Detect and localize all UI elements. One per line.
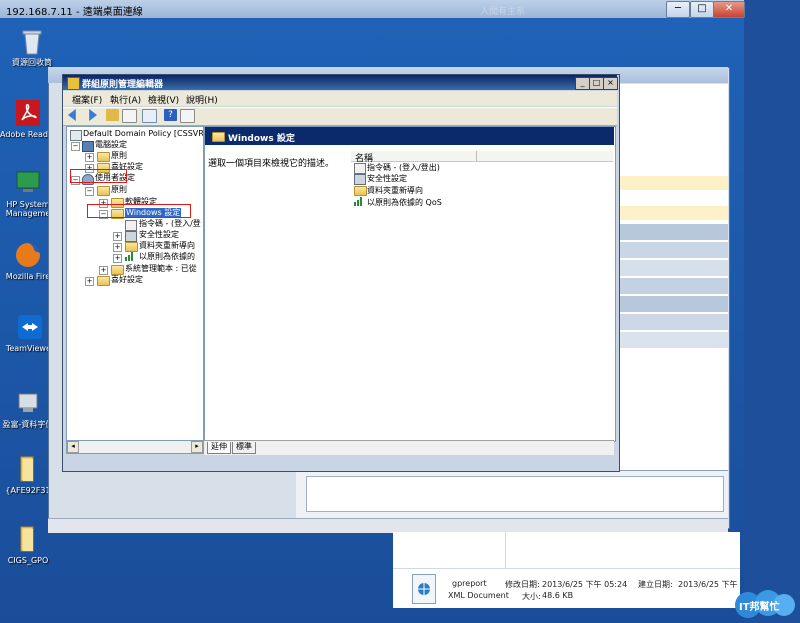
desktop-icon-label: 資源回收筒 bbox=[12, 58, 52, 67]
xml-file-icon bbox=[412, 574, 436, 604]
folder-icon bbox=[111, 265, 124, 275]
tree-folder-redirection[interactable]: 資料夾重新導向 bbox=[139, 241, 195, 251]
description-text: 選取一個項目來檢視它的描述。 bbox=[208, 159, 335, 169]
expand-toggle[interactable]: + bbox=[85, 277, 94, 286]
gpo-maximize-button[interactable]: □ bbox=[589, 77, 604, 90]
firefox-icon bbox=[16, 243, 40, 267]
expand-toggle[interactable]: + bbox=[99, 266, 108, 275]
security-icon bbox=[354, 174, 366, 185]
background-preview-box bbox=[306, 476, 724, 512]
folder-icon bbox=[97, 276, 110, 286]
minimize-button[interactable]: ─ bbox=[666, 1, 690, 18]
script-icon bbox=[354, 163, 366, 174]
file-type: XML Document bbox=[448, 591, 509, 600]
size-label: 大小: bbox=[522, 592, 541, 601]
expand-toggle[interactable]: + bbox=[113, 254, 122, 263]
menu-action[interactable]: 執行(A) bbox=[110, 93, 141, 106]
folder-icon bbox=[354, 186, 367, 196]
folder-icon bbox=[20, 526, 34, 552]
scroll-right-icon[interactable]: ▸ bbox=[191, 441, 203, 453]
security-icon bbox=[125, 231, 137, 242]
menu-view[interactable]: 檢視(V) bbox=[148, 93, 179, 106]
scroll-left-icon[interactable]: ◂ bbox=[67, 441, 79, 453]
list-item[interactable]: 資料夾重新導向 bbox=[367, 185, 423, 196]
gpo-editor-title: 群組原則管理編輯器 bbox=[82, 80, 164, 90]
folder-icon bbox=[125, 242, 138, 252]
recycle-bin-icon bbox=[22, 30, 42, 55]
size-value: 48.6 KB bbox=[542, 591, 574, 600]
tree-admin-templates[interactable]: 系統管理範本 : 已從 bbox=[125, 264, 197, 274]
collapse-toggle[interactable]: − bbox=[85, 187, 94, 196]
tree-computer-policies[interactable]: 原則 bbox=[111, 151, 127, 161]
list-item[interactable]: 指令碼 - (登入/登出) bbox=[367, 162, 440, 173]
highlight-user-config bbox=[70, 169, 127, 183]
tree-computer-config[interactable]: 電腦設定 bbox=[95, 140, 127, 150]
export-list-icon[interactable] bbox=[142, 109, 157, 123]
gpo-minimize-button[interactable]: _ bbox=[575, 77, 590, 90]
gpo-menubar bbox=[63, 91, 617, 106]
teamviewer-icon bbox=[18, 315, 42, 339]
tree-security[interactable]: 安全性設定 bbox=[139, 230, 179, 240]
menu-file[interactable]: 檔案(F) bbox=[72, 93, 102, 106]
up-folder-icon[interactable] bbox=[106, 109, 119, 121]
tab-standard[interactable]: 標準 bbox=[232, 442, 256, 454]
desktop-icon-recycle-bin[interactable]: 資源回收筒 bbox=[2, 26, 62, 67]
close-button[interactable]: ✕ bbox=[713, 1, 745, 18]
column-header[interactable] bbox=[351, 151, 613, 162]
remote-desktop-title: 192.168.7.11 - 遠端桌面連線 bbox=[6, 7, 143, 18]
expand-toggle[interactable]: + bbox=[85, 153, 94, 162]
folder-icon bbox=[212, 132, 225, 142]
tool-icon bbox=[18, 393, 38, 412]
ithelp-logo-text: IT邦幫忙 bbox=[739, 602, 780, 613]
desktop-icon-label: CIGS_GPO bbox=[7, 556, 49, 565]
background-list-pane bbox=[616, 84, 728, 524]
details-separator bbox=[393, 568, 740, 569]
tab-extended[interactable]: 延伸 bbox=[207, 442, 231, 454]
folder-icon bbox=[97, 152, 110, 162]
expand-toggle[interactable]: + bbox=[113, 232, 122, 241]
tree-user-policies[interactable]: 原則 bbox=[111, 185, 127, 195]
hp-system-icon bbox=[16, 171, 40, 192]
modified-value: 2013/6/25 下午 05:24 bbox=[542, 580, 628, 589]
view-tabs bbox=[204, 440, 614, 455]
ithelp-logo: IT邦幫忙 bbox=[735, 590, 797, 620]
background-scrollbar[interactable] bbox=[48, 518, 728, 533]
expand-toggle[interactable]: + bbox=[113, 243, 122, 252]
list-item[interactable]: 以原則為依據的 QoS bbox=[367, 197, 442, 208]
menu-help[interactable]: 說明(H) bbox=[186, 93, 218, 106]
adobe-reader-icon bbox=[16, 100, 40, 126]
properties-icon[interactable] bbox=[180, 109, 195, 123]
tree-qos[interactable]: 以原則為依據的 bbox=[139, 252, 195, 262]
show-tree-icon[interactable] bbox=[122, 109, 137, 123]
folder-icon bbox=[20, 456, 34, 482]
details-divider bbox=[393, 532, 506, 568]
tree-scripts[interactable]: 指令碼 - (登入/登 bbox=[139, 219, 201, 229]
qos-chart-icon bbox=[354, 197, 362, 206]
qos-chart-icon bbox=[125, 252, 133, 261]
collapse-toggle[interactable]: − bbox=[71, 142, 80, 151]
details-pane-title: Windows 設定 bbox=[228, 134, 295, 144]
gpo-close-button[interactable]: × bbox=[603, 77, 618, 90]
help-icon[interactable]: ? bbox=[164, 109, 177, 121]
modified-label: 修改日期: bbox=[505, 580, 540, 589]
highlight-windows-settings bbox=[87, 204, 191, 218]
created-label: 建立日期: bbox=[638, 580, 673, 589]
file-name: gpreport bbox=[452, 579, 487, 588]
tree-root[interactable]: Default Domain Policy [CSSVRC bbox=[83, 129, 203, 139]
tree-horizontal-scrollbar[interactable]: ◂ ▸ bbox=[66, 440, 204, 454]
folder-open-icon bbox=[97, 186, 110, 196]
gpo-app-icon bbox=[67, 77, 80, 90]
computer-icon bbox=[82, 141, 94, 152]
created-value: 2013/6/25 下午 bbox=[678, 580, 738, 589]
list-item[interactable]: 安全性設定 bbox=[367, 173, 407, 184]
tree-user-preferences[interactable]: 喜好設定 bbox=[111, 275, 143, 285]
policy-doc-icon bbox=[70, 130, 82, 141]
maximize-button[interactable]: □ bbox=[690, 1, 714, 18]
column-separator[interactable] bbox=[476, 151, 477, 161]
details-pane bbox=[204, 126, 616, 442]
script-icon bbox=[125, 220, 137, 231]
titlebar-ghost-text: 人間有主系 bbox=[480, 7, 526, 17]
